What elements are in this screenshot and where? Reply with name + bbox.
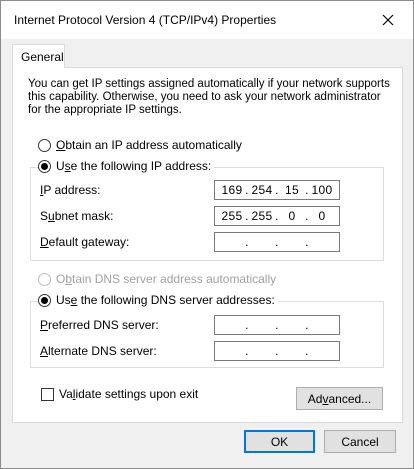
window-title: Internet Protocol Version 4 (TCP/IPv4) P… bbox=[14, 13, 277, 27]
advanced-button-label: Advanced... bbox=[307, 391, 372, 406]
subnet-mask-input[interactable]: 255. 255. 0. 0 bbox=[214, 206, 340, 226]
ip-address-input[interactable]: 169. 254. 15. 100 bbox=[214, 180, 340, 200]
ip-address-label: IP address: bbox=[40, 183, 101, 197]
tab-general[interactable]: General bbox=[12, 44, 65, 68]
use-following-dns-label: Use the following DNS server addresses: bbox=[56, 293, 275, 307]
obtain-ip-auto-radio[interactable]: Obtain an IP address automatically bbox=[38, 138, 242, 152]
subnet-mask-label: Subnet mask: bbox=[40, 209, 114, 223]
close-button[interactable] bbox=[371, 7, 405, 33]
checkbox-box bbox=[41, 387, 54, 401]
use-following-ip-radio[interactable]: Use the following IP address: bbox=[38, 159, 215, 173]
use-following-dns-radio[interactable]: Use the following DNS server addresses: bbox=[38, 293, 278, 307]
validate-settings-label: Validate settings upon exit bbox=[59, 387, 199, 401]
advanced-button[interactable]: Advanced... bbox=[296, 387, 383, 410]
preferred-dns-label: Preferred DNS server: bbox=[40, 318, 159, 332]
radio-circle bbox=[38, 272, 51, 286]
obtain-ip-auto-label: Obtain an IP address automatically bbox=[56, 138, 242, 152]
alternate-dns-label: Alternate DNS server: bbox=[40, 344, 157, 358]
default-gateway-label: Default gateway: bbox=[40, 235, 130, 249]
title-bar: Internet Protocol Version 4 (TCP/IPv4) P… bbox=[1, 1, 413, 39]
tab-general-label: General bbox=[21, 50, 64, 64]
radio-circle bbox=[38, 138, 51, 152]
radio-circle bbox=[38, 159, 51, 173]
preferred-dns-input[interactable]: . . . bbox=[214, 315, 340, 335]
cancel-button[interactable]: Cancel bbox=[324, 430, 396, 453]
close-icon bbox=[382, 14, 394, 26]
obtain-dns-auto-radio[interactable]: Obtain DNS server address automatically bbox=[38, 272, 276, 286]
ok-button-label: OK bbox=[270, 434, 289, 449]
alternate-dns-input[interactable]: . . . bbox=[214, 341, 340, 361]
default-gateway-input[interactable]: . . . bbox=[214, 232, 340, 252]
cancel-button-label: Cancel bbox=[341, 434, 379, 449]
radio-circle bbox=[38, 293, 51, 307]
description-text: You can get IP settings assigned automat… bbox=[28, 78, 390, 116]
properties-dialog: Internet Protocol Version 4 (TCP/IPv4) P… bbox=[0, 0, 414, 469]
ok-button[interactable]: OK bbox=[244, 430, 315, 453]
use-following-ip-label: Use the following IP address: bbox=[56, 159, 212, 173]
validate-settings-checkbox[interactable]: Validate settings upon exit bbox=[41, 387, 198, 401]
obtain-dns-auto-label: Obtain DNS server address automatically bbox=[56, 272, 277, 286]
